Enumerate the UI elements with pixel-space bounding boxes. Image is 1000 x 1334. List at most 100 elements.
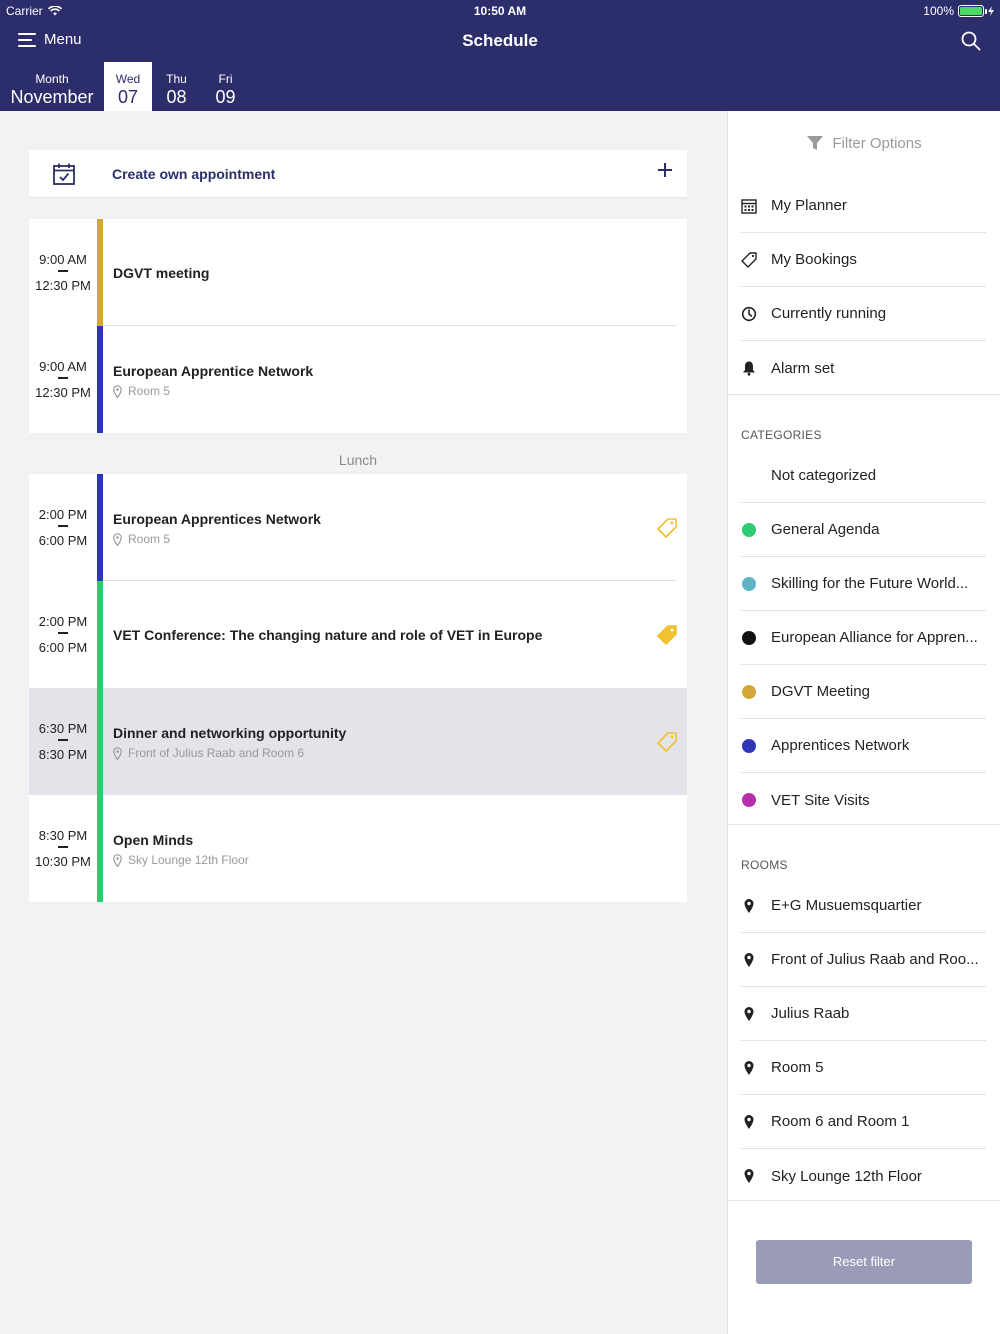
session-location: Room 5 bbox=[113, 532, 170, 546]
location-pin-icon bbox=[113, 532, 122, 546]
filter-options-label: Filter Options bbox=[832, 135, 922, 152]
search-icon[interactable] bbox=[960, 30, 982, 52]
category-filter[interactable]: VET Site Visits bbox=[741, 773, 986, 827]
room-filter[interactable]: E+G Musuemsquartier bbox=[741, 879, 986, 933]
create-appointment-label: Create own appointment bbox=[112, 166, 276, 182]
room-label: Sky Lounge 12th Floor bbox=[771, 1167, 922, 1185]
category-bar bbox=[97, 581, 103, 688]
filter-sidebar: Filter Options My Planner My Bookings Cu… bbox=[727, 111, 1000, 1334]
end-time: 12:30 PM bbox=[35, 278, 91, 293]
filter-my-bookings[interactable]: My Bookings bbox=[741, 233, 986, 287]
start-time: 6:30 PM bbox=[38, 721, 88, 736]
session-row[interactable]: 9:00 AM 12:30 PM European Apprentice Net… bbox=[29, 326, 687, 433]
ticket-icon bbox=[741, 251, 757, 268]
session-row[interactable]: 8:30 PM 10:30 PM Open Minds Sky Lounge 1… bbox=[29, 795, 687, 902]
status-bar: Carrier 10:50 AM 100% bbox=[0, 0, 1000, 22]
booking-tag-outline-icon[interactable] bbox=[655, 730, 679, 754]
category-filter[interactable]: European Alliance for Appren... bbox=[741, 611, 986, 665]
room-filter[interactable]: Julius Raab bbox=[741, 987, 986, 1041]
category-label: Skilling for the Future World... bbox=[771, 575, 969, 592]
filter-my-planner[interactable]: My Planner bbox=[741, 179, 986, 233]
filter-label: Currently running bbox=[771, 305, 887, 322]
calendar-grid-icon bbox=[741, 198, 757, 214]
session-times: 8:30 PM 10:30 PM bbox=[29, 795, 97, 902]
location-pin-icon bbox=[744, 1060, 754, 1075]
filter-label: My Bookings bbox=[771, 251, 857, 268]
session-title: European Apprentices Network bbox=[113, 511, 321, 527]
month-selector[interactable]: Month November bbox=[0, 62, 104, 111]
room-filter[interactable]: Room 5 bbox=[741, 1041, 986, 1095]
category-bar bbox=[97, 795, 103, 902]
session-times: 6:30 PM 8:30 PM bbox=[29, 688, 97, 795]
category-label: Not categorized bbox=[771, 467, 877, 484]
page-title: Schedule bbox=[462, 31, 538, 50]
booking-tag-filled-icon[interactable] bbox=[655, 623, 679, 647]
battery-icon bbox=[958, 5, 987, 17]
nav-bar: Menu Schedule bbox=[0, 22, 1000, 62]
funnel-icon bbox=[807, 136, 824, 150]
end-time: 10:30 PM bbox=[35, 854, 91, 869]
category-label: VET Site Visits bbox=[771, 791, 870, 809]
category-label: DGVT Meeting bbox=[771, 683, 870, 700]
category-filter[interactable]: Not categorized bbox=[741, 449, 986, 503]
room-filter[interactable]: Room 6 and Room 1 bbox=[741, 1095, 986, 1149]
filter-currently-running[interactable]: Currently running bbox=[741, 287, 986, 341]
filter-label: My Planner bbox=[771, 197, 847, 214]
schedule-list: Create own appointment 9:00 AM 12:30 PM … bbox=[0, 111, 727, 1334]
filter-alarm-set[interactable]: Alarm set bbox=[741, 341, 986, 395]
category-color-dot bbox=[742, 793, 756, 807]
filter-options-header: Filter Options bbox=[728, 135, 1000, 152]
session-row[interactable]: 2:00 PM 6:00 PM European Apprentices Net… bbox=[29, 474, 687, 581]
battery-label: 100% bbox=[923, 4, 954, 18]
start-time: 2:00 PM bbox=[38, 614, 88, 629]
tab-day-wed[interactable]: Wed 07 bbox=[104, 62, 152, 111]
location-pin-icon bbox=[744, 898, 754, 913]
session-row[interactable]: 9:00 AM 12:30 PM DGVT meeting bbox=[29, 219, 687, 326]
start-time: 9:00 AM bbox=[39, 252, 87, 267]
reset-filter-button[interactable]: Reset filter bbox=[756, 1240, 972, 1284]
clock-label: 10:50 AM bbox=[473, 4, 527, 18]
session-times: 9:00 AM 12:30 PM bbox=[29, 326, 97, 433]
session-location: Room 5 bbox=[113, 384, 170, 398]
location-pin-icon bbox=[744, 1006, 754, 1021]
room-filter[interactable]: Front of Julius Raab and Roo... bbox=[741, 933, 986, 987]
battery-info: 100% bbox=[923, 4, 994, 18]
category-filter[interactable]: Apprentices Network bbox=[741, 719, 986, 773]
day-label: Wed bbox=[115, 72, 141, 86]
session-times: 2:00 PM 6:00 PM bbox=[29, 581, 97, 688]
session-title: European Apprentice Network bbox=[113, 363, 314, 379]
location-pin-icon bbox=[113, 384, 122, 398]
tab-day-thu[interactable]: Thu 08 bbox=[152, 62, 201, 111]
app-header: Carrier 10:50 AM 100% Menu Schedule Mont… bbox=[0, 0, 1000, 111]
create-appointment-button[interactable]: Create own appointment bbox=[29, 150, 687, 198]
room-label: Julius Raab bbox=[771, 1005, 850, 1022]
tab-day-fri[interactable]: Fri 09 bbox=[201, 62, 250, 111]
category-filter[interactable]: Skilling for the Future World... bbox=[741, 557, 986, 611]
room-filter[interactable]: Sky Lounge 12th Floor bbox=[741, 1149, 986, 1203]
start-time: 9:00 AM bbox=[39, 359, 87, 374]
category-color-dot bbox=[742, 522, 756, 537]
booking-tag-outline-icon[interactable] bbox=[655, 516, 679, 540]
session-title: DGVT meeting bbox=[113, 265, 210, 281]
category-color-dot bbox=[742, 684, 756, 699]
session-location: Sky Lounge 12th Floor bbox=[113, 853, 249, 867]
category-bar bbox=[97, 688, 103, 795]
category-filter[interactable]: DGVT Meeting bbox=[741, 665, 986, 719]
session-row[interactable]: 6:30 PM 8:30 PM Dinner and networking op… bbox=[29, 688, 687, 795]
filter-label: Alarm set bbox=[771, 359, 835, 377]
session-times: 2:00 PM 6:00 PM bbox=[29, 474, 97, 581]
end-time: 12:30 PM bbox=[35, 385, 91, 400]
category-label: General Agenda bbox=[771, 521, 880, 538]
location-label: Front of Julius Raab and Room 6 bbox=[128, 746, 305, 760]
category-filter[interactable]: General Agenda bbox=[741, 503, 986, 557]
session-row[interactable]: 2:00 PM 6:00 PM VET Conference: The chan… bbox=[29, 581, 687, 688]
location-pin-icon bbox=[744, 1114, 754, 1129]
location-label: Sky Lounge 12th Floor bbox=[128, 853, 249, 867]
location-label: Room 5 bbox=[128, 384, 171, 398]
lunch-break-label: Lunch bbox=[338, 452, 378, 468]
categories-heading: CATEGORIES bbox=[741, 428, 822, 442]
location-pin-icon bbox=[744, 1169, 754, 1183]
session-title: VET Conference: The changing nature and … bbox=[113, 627, 543, 643]
start-time: 2:00 PM bbox=[38, 507, 88, 522]
category-color-dot bbox=[742, 630, 756, 645]
